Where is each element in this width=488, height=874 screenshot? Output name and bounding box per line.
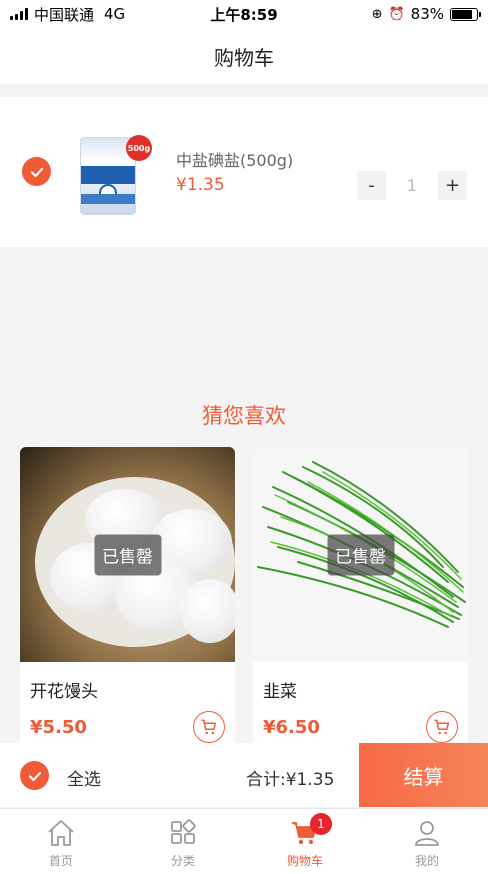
carrier-name: 中国联通 bbox=[34, 5, 95, 24]
product-image-steamed-buns: 已售罄 bbox=[20, 447, 235, 662]
card-product-name: 韭菜 bbox=[263, 682, 297, 702]
product-card[interactable]: 已售罄 韭菜 ¥6.50 bbox=[253, 447, 468, 747]
alarm-icon: ⏰ bbox=[388, 6, 405, 22]
checkout-button[interactable]: 结算 bbox=[359, 743, 488, 807]
tab-profile[interactable]: 我的 bbox=[366, 809, 488, 874]
home-icon bbox=[48, 820, 74, 846]
card-product-name: 开花馒头 bbox=[30, 682, 98, 702]
tab-label: 购物车 bbox=[286, 854, 323, 868]
tab-bar: 首页 分类 1 购物车 我的 bbox=[0, 808, 488, 874]
product-card[interactable]: 已售罄 开花馒头 ¥5.50 bbox=[20, 447, 235, 747]
category-icon bbox=[171, 819, 196, 844]
product-image[interactable]: 500g bbox=[66, 127, 162, 221]
add-to-cart-button[interactable] bbox=[193, 711, 225, 743]
recommendations-title: 猜您喜欢 bbox=[202, 404, 286, 428]
quantity-value[interactable]: 1 bbox=[390, 171, 434, 200]
battery-percent: 83% bbox=[410, 5, 444, 23]
status-right: ⊕ ⏰ 83% bbox=[371, 5, 481, 23]
page-header: 购物车 bbox=[0, 28, 488, 84]
sold-out-label: 已售罄 bbox=[327, 534, 394, 575]
checkout-bar: 全选 合计:¥1.35 结算 bbox=[0, 743, 488, 807]
add-to-cart-button[interactable] bbox=[426, 711, 458, 743]
tab-category[interactable]: 分类 bbox=[122, 809, 244, 874]
decrease-quantity-button[interactable]: - bbox=[357, 171, 386, 200]
cart-item: 500g 中盐碘盐(500g) ¥1.35 - 1 + bbox=[0, 97, 488, 247]
increase-quantity-button[interactable]: + bbox=[438, 171, 467, 200]
product-image-chives: 已售罄 bbox=[253, 447, 468, 662]
total-amount: 合计:¥1.35 bbox=[246, 770, 335, 790]
user-icon bbox=[415, 821, 439, 846]
sold-out-label: 已售罄 bbox=[94, 534, 161, 575]
tab-label: 我的 bbox=[414, 854, 439, 868]
cart-count-badge: 1 bbox=[310, 813, 332, 835]
tab-home[interactable]: 首页 bbox=[0, 809, 122, 874]
battery-icon bbox=[450, 7, 481, 21]
page-title: 购物车 bbox=[214, 45, 274, 70]
weight-badge: 500g bbox=[126, 135, 152, 161]
checkmark-icon bbox=[28, 771, 41, 781]
cart-icon bbox=[434, 719, 450, 735]
tab-label: 首页 bbox=[48, 854, 73, 868]
tab-label: 分类 bbox=[170, 854, 195, 868]
tab-cart[interactable]: 1 购物车 bbox=[244, 809, 366, 874]
product-price: ¥1.35 bbox=[176, 175, 225, 195]
status-bar: 中国联通 4G 上午8:59 ⊕ ⏰ 83% bbox=[0, 0, 488, 28]
select-all-checkbox[interactable] bbox=[20, 761, 49, 790]
card-product-price: ¥5.50 bbox=[30, 717, 87, 738]
status-left: 中国联通 4G bbox=[10, 4, 125, 25]
item-checkbox[interactable] bbox=[22, 157, 51, 186]
select-all-label[interactable]: 全选 bbox=[67, 765, 101, 790]
network-type: 4G bbox=[104, 5, 126, 23]
product-name[interactable]: 中盐碘盐(500g) bbox=[176, 147, 293, 171]
rotation-lock-icon: ⊕ bbox=[371, 6, 383, 22]
card-product-price: ¥6.50 bbox=[263, 717, 320, 738]
signal-icon bbox=[10, 8, 28, 20]
checkmark-icon bbox=[30, 167, 43, 177]
cart-icon bbox=[201, 719, 217, 735]
